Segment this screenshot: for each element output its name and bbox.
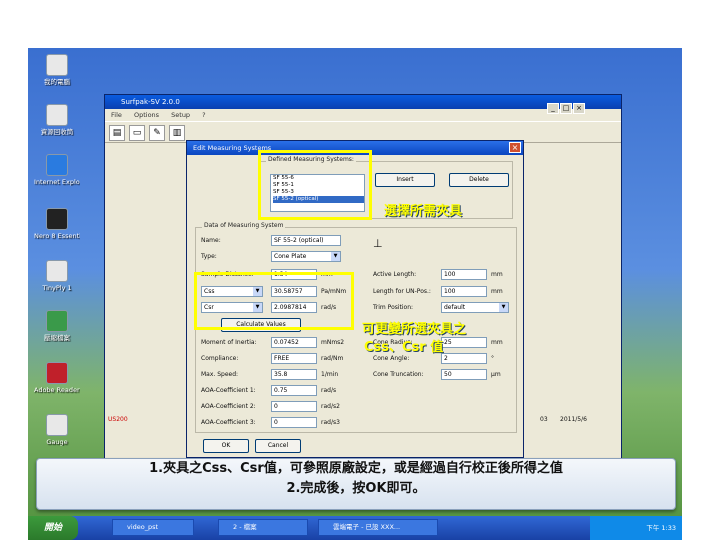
length-immersed-field[interactable]: 100	[441, 286, 487, 297]
minimize-button[interactable]: _	[547, 103, 559, 114]
moment-label: Moment of Inertia:	[201, 339, 257, 346]
trim-combo[interactable]: default ▼	[441, 302, 509, 313]
cancel-button[interactable]: Cancel	[255, 439, 301, 453]
open-icon[interactable]: ▤	[109, 125, 125, 141]
archive-icon	[46, 310, 68, 332]
menu-help[interactable]: ?	[202, 111, 205, 119]
task-app[interactable]: 雲端電子 - 已設 XXX...	[318, 519, 438, 536]
compliance-label: Compliance:	[201, 355, 239, 362]
highlight-systems-list	[258, 150, 372, 220]
new-icon[interactable]: ▭	[129, 125, 145, 141]
annotation-select-fixture: 選擇所需夾具	[384, 204, 463, 219]
menu-setup[interactable]: Setup	[171, 111, 190, 119]
menu-options[interactable]: Options	[134, 111, 159, 119]
aoa3-label: AOA-Coefficient 3:	[201, 419, 256, 426]
main-window-title: Surfpak-SV 2.0.0	[105, 95, 621, 109]
system-tray: 下午 1:33	[590, 516, 682, 540]
truncation-label: Cone Truncation:	[373, 371, 424, 378]
maximize-button[interactable]: □	[560, 103, 572, 114]
length-immersed-unit: mm	[491, 288, 503, 295]
desktop-icon-tinyply[interactable]: TinyPly 1	[34, 260, 80, 292]
aoa3-unit: rad/s3	[321, 419, 340, 426]
desktop-icon-my-computer[interactable]: 我的電腦	[34, 54, 80, 86]
cone-angle-field[interactable]: 2	[441, 353, 487, 364]
compliance-unit: rad/Nm	[321, 355, 344, 362]
highlight-css-csr	[194, 272, 354, 330]
active-length-unit: mm	[491, 271, 503, 278]
internet-explorer-icon	[46, 154, 68, 176]
trim-label: Trim Position:	[373, 304, 414, 311]
gauge-icon	[46, 414, 68, 436]
chevron-down-icon: ▼	[331, 252, 340, 261]
edit-icon[interactable]: ✎	[149, 125, 165, 141]
aoa2-field[interactable]: 0	[271, 401, 317, 412]
trim-value: default	[444, 304, 466, 311]
desktop-icon-adobe-reader[interactable]: Adobe Reader 9	[34, 362, 80, 394]
insert-button[interactable]: Insert	[375, 173, 435, 187]
delete-button[interactable]: Delete	[449, 173, 509, 187]
ok-button[interactable]: OK	[203, 439, 249, 453]
desktop-icon-archive[interactable]: 壓縮檔案	[34, 310, 80, 342]
aoa1-label: AOA-Coefficient 1:	[201, 387, 256, 394]
start-button[interactable]: 開始	[28, 516, 78, 540]
cone-radius-field[interactable]: 25	[441, 337, 487, 348]
computer-icon	[46, 54, 68, 76]
aoa1-unit: rad/s	[321, 387, 337, 394]
desktop-icon-recycle-bin[interactable]: 資源回收筒	[34, 104, 80, 136]
truncation-unit: µm	[491, 371, 501, 378]
type-combo[interactable]: Cone Plate ▼	[271, 251, 341, 262]
status-left: US200	[108, 416, 128, 423]
taskbar: 開始 video_pst 2 - 檔案 雲端電子 - 已設 XXX... 下午 …	[28, 516, 682, 540]
data-group-label: Data of Measuring System	[202, 222, 286, 229]
caption-line-2: 2.完成後，按OK即可。	[286, 481, 426, 496]
aoa2-unit: rad/s2	[321, 403, 340, 410]
task-video[interactable]: video_pst	[112, 519, 194, 536]
clock: 下午 1:33	[646, 524, 676, 532]
dialog-close-button[interactable]: ×	[509, 142, 521, 153]
cone-radius-unit: mm	[491, 339, 503, 346]
menu-file[interactable]: File	[111, 111, 122, 119]
speed-field[interactable]: 35.8	[271, 369, 317, 380]
instruction-caption: 1.夾具之Css、Csr值，可參照原廠設定，或是經過自行校正後所得之值 2.完成…	[36, 458, 676, 510]
tinyply-icon	[46, 260, 68, 282]
truncation-field[interactable]: 50	[441, 369, 487, 380]
length-immersed-label: Length for UN-Pos.:	[373, 288, 431, 295]
type-value: Cone Plate	[274, 253, 307, 260]
compliance-field[interactable]: FREE	[271, 353, 317, 364]
chevron-down-icon: ▼	[499, 303, 508, 312]
print-icon[interactable]: ▥	[169, 125, 185, 141]
desktop-icon-gauge[interactable]: Gauge	[34, 414, 80, 446]
cone-angle-unit: °	[491, 355, 494, 362]
name-label: Name:	[201, 237, 221, 244]
aoa3-field[interactable]: 0	[271, 417, 317, 428]
annotation-change-values-2: Css、Csr 值	[364, 340, 444, 355]
type-label: Type:	[201, 253, 217, 260]
task-files[interactable]: 2 - 檔案	[218, 519, 308, 536]
moment-unit: mNms2	[321, 339, 345, 346]
cone-angle-label: Cone Angle:	[373, 355, 410, 362]
aoa2-label: AOA-Coefficient 2:	[201, 403, 256, 410]
active-length-field[interactable]: 100	[441, 269, 487, 280]
status-date: 2011/5/6	[560, 416, 587, 423]
desktop-icon-ie[interactable]: Internet Explorer	[34, 154, 80, 186]
window-controls: _ □ ×	[546, 95, 718, 114]
moment-field[interactable]: 0.07452	[271, 337, 317, 348]
name-field[interactable]: SF 55-2 (optical)	[271, 235, 341, 246]
speed-label: Max. Speed:	[201, 371, 239, 378]
desktop-icon-nero[interactable]: Nero 8 Essentials	[34, 208, 80, 240]
status-code: 03	[540, 416, 548, 423]
aoa1-field[interactable]: 0.75	[271, 385, 317, 396]
active-length-label: Active Length:	[373, 271, 417, 278]
recycle-bin-icon	[46, 104, 68, 126]
cone-plate-symbol-icon: ⊥	[373, 237, 383, 250]
nero-icon	[46, 208, 68, 230]
menu-bar: File Options Setup ?	[105, 109, 621, 121]
caption-line-1: 1.夾具之Css、Csr值，可參照原廠設定，或是經過自行校正後所得之值	[149, 461, 563, 476]
adobe-reader-icon	[46, 362, 68, 384]
speed-unit: 1/min	[321, 371, 339, 378]
close-button[interactable]: ×	[573, 103, 585, 114]
annotation-change-values-1: 可更變所選夾具之	[362, 322, 467, 337]
